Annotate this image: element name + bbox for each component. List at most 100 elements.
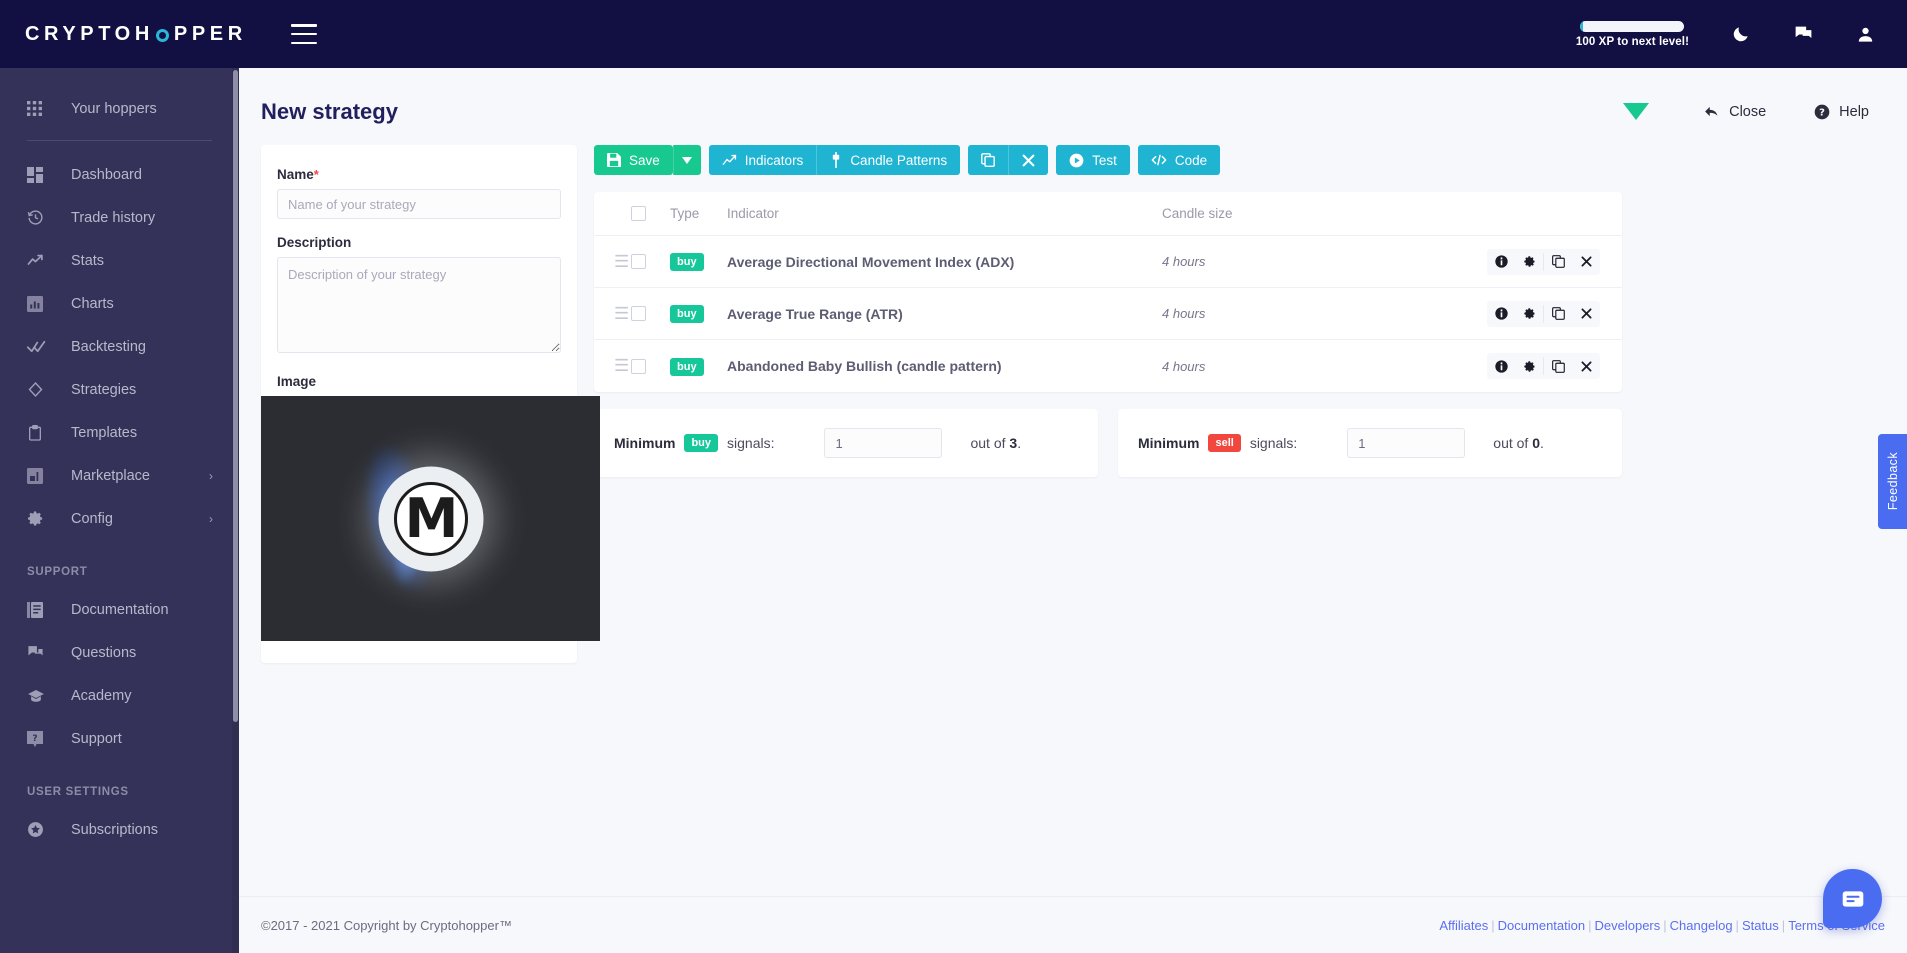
chevron-right-icon: › [209, 511, 213, 526]
select-all-checkbox[interactable] [631, 206, 646, 221]
out-of-prefix-text: out of [970, 435, 1010, 451]
user-icon[interactable] [1856, 25, 1875, 44]
close-button[interactable]: Close [1703, 103, 1766, 120]
main-content: New strategy Close ? Help Name* Name of … [239, 68, 1907, 953]
indicators-button[interactable]: Indicators [708, 145, 817, 175]
sidebar-item-templates[interactable]: Templates [0, 411, 239, 454]
drag-handle-icon[interactable]: ☰ [594, 304, 631, 324]
footer-link-affiliates[interactable]: Affiliates [1439, 918, 1488, 933]
feedback-tab[interactable]: Feedback [1878, 434, 1907, 529]
xp-progress-bar [1580, 20, 1685, 32]
out-of-suffix-text: . [1017, 435, 1022, 451]
footer-link-status[interactable]: Status [1742, 918, 1779, 933]
clipboard-icon [27, 424, 49, 441]
sidebar-item-charts[interactable]: Charts [0, 282, 239, 325]
sidebar-item-config[interactable]: Config › [0, 497, 239, 540]
sidebar-item-dashboard[interactable]: Dashboard [0, 153, 239, 196]
content-area: Name* Description Image M [239, 132, 1907, 663]
add-condition-group: Indicators Candle Patterns [708, 145, 961, 175]
sidebar-item-backtesting[interactable]: Backtesting [0, 325, 239, 368]
sidebar-item-label: Trade history [71, 209, 156, 226]
drag-handle-icon[interactable]: ☰ [594, 356, 631, 376]
save-button[interactable]: Save [594, 145, 673, 175]
copy-icon[interactable] [1544, 249, 1572, 275]
drag-handle-icon[interactable]: ☰ [594, 252, 631, 272]
sidebar-item-label: Strategies [71, 381, 137, 398]
close-x-icon[interactable] [1572, 353, 1600, 379]
sidebar-item-stats[interactable]: Stats [0, 239, 239, 282]
close-x-icon[interactable] [1572, 301, 1600, 327]
required-asterisk: * [313, 167, 319, 182]
candle-patterns-button[interactable]: Candle Patterns [816, 145, 961, 175]
logo-text-first: CRYPTOH [25, 22, 154, 45]
table-row[interactable]: ☰ buy Average Directional Movement Index… [594, 236, 1622, 288]
buy-badge: buy [684, 434, 719, 452]
sidebar-item-academy[interactable]: Academy [0, 674, 239, 717]
page-title: New strategy [261, 98, 398, 124]
diamond-icon [27, 381, 49, 398]
chat-icon[interactable] [1793, 24, 1814, 45]
hamburger-icon[interactable] [290, 24, 317, 44]
row-checkbox[interactable] [631, 358, 646, 374]
image-field-label: Image [277, 374, 317, 389]
minimum-sell-label: Minimum [1138, 435, 1200, 451]
sidebar-item-documentation[interactable]: Documentation [0, 588, 239, 631]
gear-icon[interactable] [1515, 353, 1543, 379]
line-chart-icon [722, 154, 736, 165]
copy-icon[interactable] [1544, 301, 1572, 327]
row-select-cell [631, 254, 670, 269]
table-row[interactable]: ☰ buy Average True Range (ATR) 4 hours [594, 288, 1622, 340]
info-icon[interactable] [1487, 249, 1515, 275]
chat-widget-button[interactable] [1823, 869, 1882, 928]
sidebar-item-trade-history[interactable]: Trade history [0, 196, 239, 239]
gear-icon [27, 510, 49, 527]
chevron-right-icon: › [209, 468, 213, 483]
sidebar-item-marketplace[interactable]: Marketplace › [0, 454, 239, 497]
app-logo[interactable]: CRYPTOH PPER [25, 23, 247, 46]
row-checkbox[interactable] [631, 254, 646, 269]
close-x-icon[interactable] [1572, 249, 1600, 275]
footer-link-developers[interactable]: Developers [1595, 918, 1661, 933]
monero-m-glyph: M [404, 486, 459, 550]
sidebar-item-support[interactable]: ? Support [0, 717, 239, 760]
test-button[interactable]: Test [1056, 145, 1130, 175]
sidebar-item-subscriptions[interactable]: Subscriptions [0, 808, 239, 851]
bulk-actions-group [968, 145, 1049, 175]
strategy-description-input[interactable] [277, 257, 561, 353]
sidebar-item-strategies[interactable]: Strategies [0, 368, 239, 411]
info-icon[interactable] [1487, 353, 1515, 379]
save-dropdown-toggle[interactable] [672, 145, 701, 175]
sidebar-scrollbar-thumb[interactable] [233, 70, 238, 722]
info-icon[interactable] [1487, 301, 1515, 327]
copy-icon[interactable] [1544, 353, 1572, 379]
chat-bubble-icon [1842, 890, 1863, 907]
footer-link-documentation[interactable]: Documentation [1498, 918, 1585, 933]
sidebar-item-questions[interactable]: Questions [0, 631, 239, 674]
minimum-buy-signals-input[interactable] [824, 428, 943, 458]
minimum-sell-signals-input[interactable] [1347, 428, 1466, 458]
svg-text:?: ? [1819, 107, 1825, 118]
status-badge: buy [670, 357, 704, 376]
out-of-prefix-text: out of [1493, 435, 1533, 451]
footer-link-changelog[interactable]: Changelog [1670, 918, 1733, 933]
sidebar-item-your-hoppers[interactable]: Your hoppers [0, 87, 239, 130]
strategy-image-preview[interactable]: M [261, 396, 600, 641]
gear-icon[interactable] [1515, 249, 1543, 275]
sidebar-item-label: Academy [71, 687, 132, 704]
bar-chart-icon [27, 295, 49, 312]
duplicate-selected-button[interactable] [968, 145, 1009, 175]
delete-selected-button[interactable] [1008, 145, 1049, 175]
candle-patterns-button-label: Candle Patterns [850, 152, 948, 168]
row-checkbox[interactable] [631, 306, 646, 321]
sidebar-divider [27, 140, 212, 141]
strategy-name-input[interactable] [277, 189, 561, 219]
table-row[interactable]: ☰ buy Abandoned Baby Bullish (candle pat… [594, 340, 1622, 392]
indicators-button-label: Indicators [744, 152, 804, 168]
gear-icon[interactable] [1515, 301, 1543, 327]
code-button[interactable]: Code [1137, 145, 1221, 175]
help-button[interactable]: ? Help [1814, 104, 1869, 120]
out-of-suffix-text: . [1540, 435, 1544, 451]
moon-icon[interactable] [1731, 24, 1751, 44]
sidebar-scrollbar[interactable] [232, 68, 239, 953]
graduation-cap-icon [27, 687, 49, 705]
